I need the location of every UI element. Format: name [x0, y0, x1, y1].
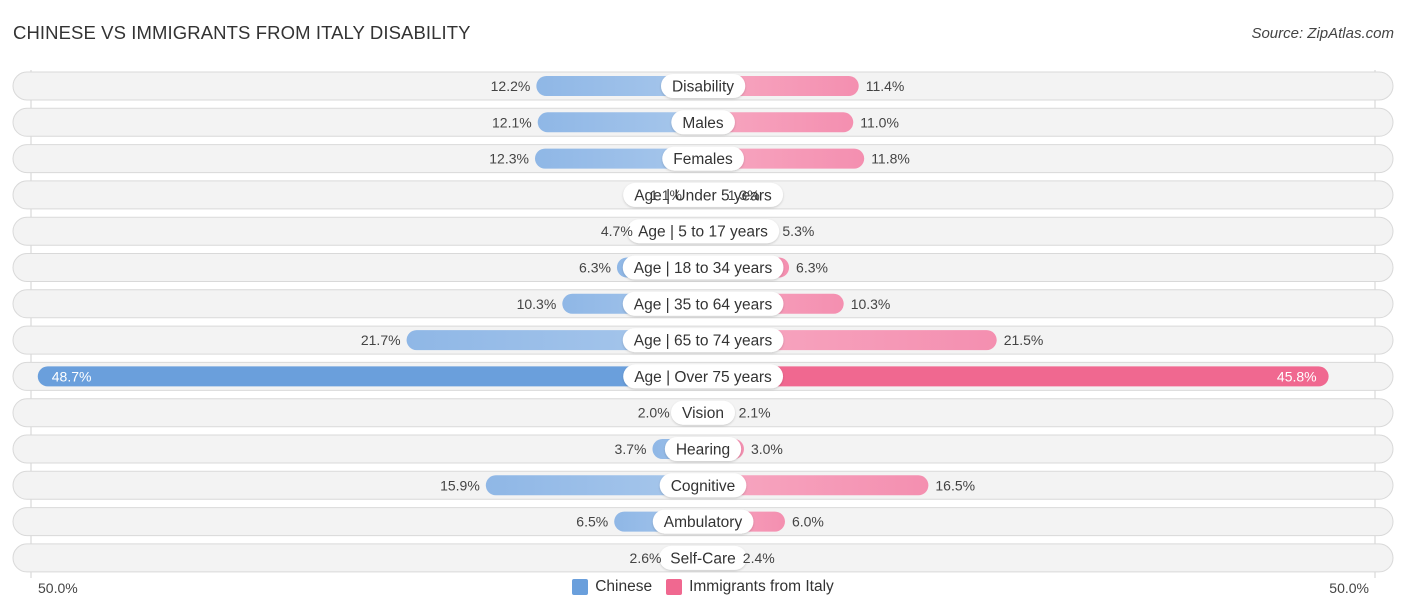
chart-row: Age | 5 to 17 years 4.7% 5.3% [12, 216, 1394, 246]
value-label-italy: 10.3% [851, 296, 891, 312]
legend-label-italy: Immigrants from Italy [689, 578, 834, 595]
legend-swatch-italy [666, 579, 683, 595]
value-label-italy: 11.4% [866, 78, 905, 94]
category-label: Males [682, 115, 724, 132]
value-label-chinese: 6.5% [576, 514, 608, 530]
value-label-chinese: 3.7% [615, 441, 647, 457]
legend: Chinese Immigrants from Italy [0, 578, 1406, 596]
bar-chinese [37, 366, 714, 387]
value-label-italy: 2.4% [743, 550, 775, 566]
category-label: Disability [672, 79, 734, 96]
chart-row: Ambulatory 6.5% 6.0% [12, 507, 1394, 537]
category-label: Age | 5 to 17 years [638, 224, 768, 241]
chart-row: Age | Under 5 years1.1% 1.3% [12, 180, 1394, 210]
value-label-chinese: 12.1% [492, 114, 532, 130]
value-label-chinese: 1.1% [650, 187, 682, 203]
value-label-chinese: 21.7% [361, 332, 401, 348]
chart-row: Males 12.1% 11.0% [12, 107, 1394, 137]
chart-row: Age | 65 to 74 years 21.7% 21.5% [12, 325, 1394, 355]
value-label-italy: 2.1% [739, 405, 771, 421]
category-label: Age | 35 to 64 years [634, 296, 773, 313]
value-label-italy: 21.5% [1004, 332, 1044, 348]
chart-row: Females 12.3% 11.8% [12, 144, 1394, 174]
value-label-italy: 11.0% [860, 114, 899, 130]
chart-row: Self-Care 2.6% 2.4% [12, 543, 1394, 573]
value-label-italy: 3.0% [751, 441, 783, 457]
value-label-chinese: 2.0% [638, 405, 670, 421]
chart-row: Age | Over 75 years 48.7% 45.8% [12, 361, 1394, 391]
value-label-chinese: 10.3% [517, 296, 557, 312]
value-label-italy: 5.3% [782, 223, 814, 239]
value-label-italy: 11.8% [871, 151, 910, 167]
value-label-chinese: 6.3% [579, 260, 611, 276]
chart-row: Cognitive 15.9% 16.5% [12, 470, 1394, 500]
legend-swatch-chinese [572, 579, 589, 595]
category-label: Females [673, 151, 733, 168]
value-label-chinese: 15.9% [440, 477, 480, 493]
category-label: Age | Over 75 years [634, 369, 772, 386]
chart-row: Age | 35 to 64 years 10.3% 10.3% [12, 289, 1394, 319]
category-label: Hearing [676, 442, 730, 459]
value-label-chinese: 12.2% [491, 78, 531, 94]
legend-item-italy[interactable]: Immigrants from Italy [666, 578, 834, 596]
diverging-bar-chart: Disability 12.2% 11.4% Males 12.1% 11.0% Femal… [12, 70, 1394, 578]
value-label-italy: 45.8% [1277, 368, 1317, 384]
legend-item-chinese[interactable]: Chinese [572, 578, 652, 596]
legend-label-chinese: Chinese [595, 578, 653, 595]
chart-row: Disability 12.2% 11.4% [12, 71, 1394, 101]
category-label: Vision [682, 405, 724, 422]
category-label: Age | 65 to 74 years [634, 333, 773, 350]
chart-row: Vision 2.0% 2.1% [12, 398, 1394, 428]
category-label: Age | 18 to 34 years [634, 260, 773, 277]
value-label-chinese: 4.7% [601, 223, 633, 239]
value-label-chinese: 2.6% [630, 550, 662, 566]
value-label-italy: 6.0% [792, 514, 824, 530]
value-label-chinese: 12.3% [489, 151, 529, 167]
value-label-italy: 1.3% [728, 187, 760, 203]
bar-italy [693, 366, 1329, 387]
chart-row: Hearing 3.7% 3.0% [12, 434, 1394, 464]
value-label-italy: 6.3% [796, 260, 828, 276]
chart-row: Age | 18 to 34 years 6.3% 6.3% [12, 253, 1394, 282]
category-label: Self-Care [670, 550, 735, 567]
value-label-italy: 16.5% [935, 477, 975, 493]
value-label-chinese: 48.7% [52, 368, 92, 384]
category-label: Ambulatory [664, 514, 743, 531]
category-label: Cognitive [671, 478, 736, 495]
